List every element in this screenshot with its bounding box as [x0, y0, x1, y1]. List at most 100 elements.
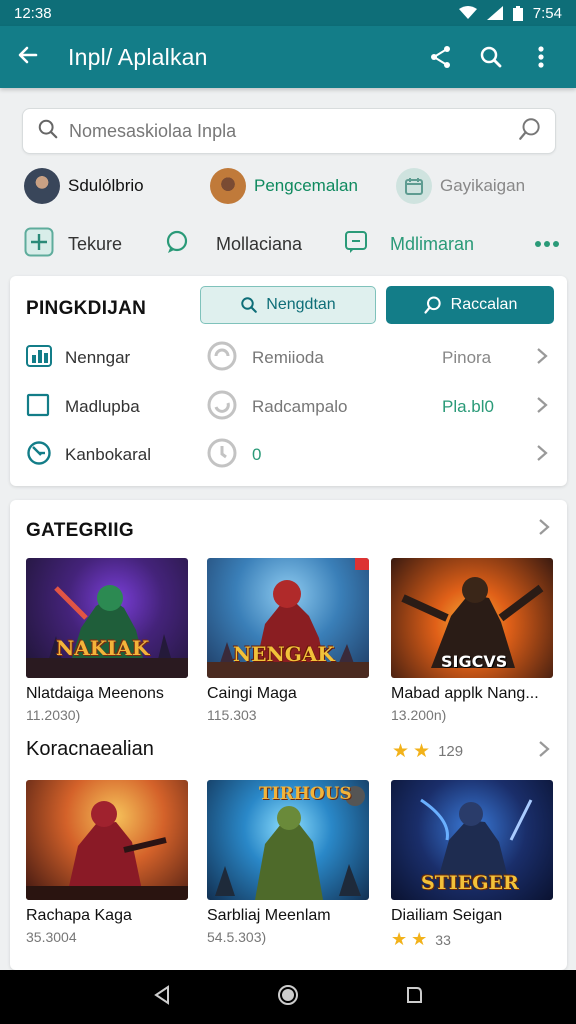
game-name: Sarbliaj Meenlam — [207, 907, 331, 924]
search-icon — [37, 118, 59, 145]
search-icon — [480, 46, 502, 68]
row-label: Nenngar — [65, 348, 131, 367]
row-detail: Pinora — [442, 348, 492, 367]
search-button[interactable] — [466, 32, 516, 82]
filter-tabs: Tekure Mollaciana Mdlimaran — [24, 224, 560, 264]
signal-icon — [486, 6, 503, 20]
category-chips: Sdulólbrio Pengcemalan Gayikaigan — [24, 166, 564, 206]
games-card: GATEGRIIG NAKIAK Nlatdaiga Meenons 11.20… — [10, 500, 567, 970]
list-item[interactable]: Kanbokaral 0 — [10, 433, 567, 477]
game-card[interactable]: TIRHOUS Sarbliaj Meenlam 54.5.303) — [207, 780, 369, 945]
chart-icon — [26, 343, 52, 374]
search-outline-button[interactable]: Nengdtan — [200, 286, 376, 324]
game-name: Diailiam Seigan — [391, 907, 503, 924]
rating-value: 129 — [438, 743, 464, 760]
game-meta: 54.5.303) — [207, 929, 267, 945]
game-thumbnail — [26, 780, 188, 900]
row-value: 0 — [252, 445, 262, 464]
share-button[interactable] — [416, 32, 466, 82]
game-thumbnail: NAKIAK — [26, 558, 188, 678]
chip-profile[interactable]: Sdulólbrio — [24, 168, 210, 204]
chevron-right-icon — [536, 347, 548, 370]
tab-label: Mdlimaran — [390, 233, 475, 254]
tab-tekure[interactable]: Tekure — [24, 227, 164, 262]
game-meta: 13.200n) — [391, 707, 447, 723]
chip-pengcemalan[interactable]: Pengcemalan — [210, 168, 396, 204]
settings-card: PINGKDIJAN Nengdtan Raccalan Nenngar Rem… — [10, 276, 567, 486]
timer-icon — [26, 440, 52, 471]
game-name: Caingi Maga — [207, 685, 297, 702]
subsection-title: Koracnaealian — [26, 738, 154, 760]
row-value: Radcampalo — [252, 397, 348, 416]
status-clock: 7:54 — [532, 4, 562, 22]
tab-label: Tekure — [68, 233, 123, 254]
game-thumbnail: NENGAK — [207, 558, 369, 678]
game-card[interactable]: NENGAK Caingi Maga 115.303 — [207, 558, 369, 723]
recents-square-icon[interactable] — [404, 985, 424, 1010]
star-icon: ★ — [391, 929, 408, 949]
chat-bubble-icon — [164, 229, 190, 260]
button-label: Nengdtan — [266, 296, 336, 313]
page-title: Inpl/ Aplalkan — [68, 43, 208, 70]
rating: ★ ★ 129 — [392, 740, 463, 763]
home-circle-icon[interactable] — [277, 984, 299, 1011]
game-name: Rachapa Kaga — [26, 907, 132, 924]
checkbox-icon[interactable] — [26, 393, 50, 422]
status-bar: 12:38 7:54 — [0, 0, 576, 26]
game-card[interactable]: Rachapa Kaga 35.3004 — [26, 780, 188, 945]
list-item[interactable]: Madlupba Radcampalo Pla.bl0 — [10, 385, 567, 429]
search-icon — [241, 297, 258, 313]
add-box-icon — [24, 227, 54, 262]
chip-label: Pengcemalan — [254, 176, 358, 195]
calendar-icon — [396, 168, 432, 204]
tab-mdlimaran[interactable]: Mdlimaran — [344, 230, 524, 259]
wifi-icon — [458, 6, 477, 20]
row-label: Madlupba — [65, 397, 140, 416]
game-art-title: NENGAK — [233, 642, 335, 666]
more-menu-button[interactable] — [516, 32, 566, 82]
list-item[interactable]: Nenngar Remiioda Pinora — [10, 336, 567, 380]
system-nav-bar — [0, 970, 576, 1024]
button-label: Raccalan — [450, 296, 518, 313]
game-art-title: SIGCVS — [441, 652, 508, 671]
share-icon — [431, 46, 450, 68]
sync-icon — [206, 340, 238, 377]
chevron-right-icon[interactable] — [538, 740, 550, 763]
battery-icon — [512, 5, 523, 21]
star-icon: ★ — [411, 929, 428, 949]
more-vert-icon — [538, 46, 544, 68]
search-icon — [424, 296, 441, 314]
avatar — [210, 168, 246, 204]
game-card[interactable]: STIEGER Diailiam Seigan ★ ★ 33 — [391, 780, 553, 950]
chip-label: Gayikaigan — [440, 176, 526, 195]
game-card[interactable]: SIGCVS Mabad applk Nang... 13.200n) — [391, 558, 553, 723]
row-detail: Pla.bl0 — [442, 397, 494, 416]
game-thumbnail: STIEGER — [391, 780, 553, 900]
game-thumbnail: SIGCVS — [391, 558, 553, 678]
game-art-title: TIRHOUS — [259, 784, 352, 804]
chevron-right-icon — [536, 444, 548, 467]
search-submit-icon[interactable] — [517, 116, 543, 147]
section-title: GATEGRIIG — [26, 520, 134, 541]
message-icon — [344, 230, 368, 259]
back-arrow-icon[interactable] — [16, 43, 40, 72]
search-field[interactable]: Nomesaskiolaa Inpla — [22, 108, 556, 154]
star-icon: ★ — [413, 741, 431, 762]
search-primary-button[interactable]: Raccalan — [386, 286, 554, 324]
game-art-title: NAKIAK — [56, 636, 150, 660]
back-triangle-icon[interactable] — [152, 984, 172, 1010]
badge-icon — [355, 558, 369, 570]
more-horiz-icon[interactable] — [534, 235, 560, 253]
row-label: Kanbokaral — [65, 445, 152, 464]
star-icon: ★ — [392, 741, 410, 762]
tab-mollaciana[interactable]: Mollaciana — [164, 229, 344, 260]
game-art-title: STIEGER — [421, 872, 519, 894]
chip-gayikaigan[interactable]: Gayikaigan — [396, 168, 525, 204]
chip-label: Sdulólbrio — [68, 176, 144, 195]
game-name: Nlatdaiga Meenons — [26, 685, 164, 702]
chevron-right-icon — [536, 396, 548, 419]
avatar — [24, 168, 60, 204]
sync-icon — [206, 389, 238, 426]
game-card[interactable]: NAKIAK Nlatdaiga Meenons 11.2030) — [26, 558, 188, 723]
chevron-right-icon[interactable] — [538, 518, 550, 541]
